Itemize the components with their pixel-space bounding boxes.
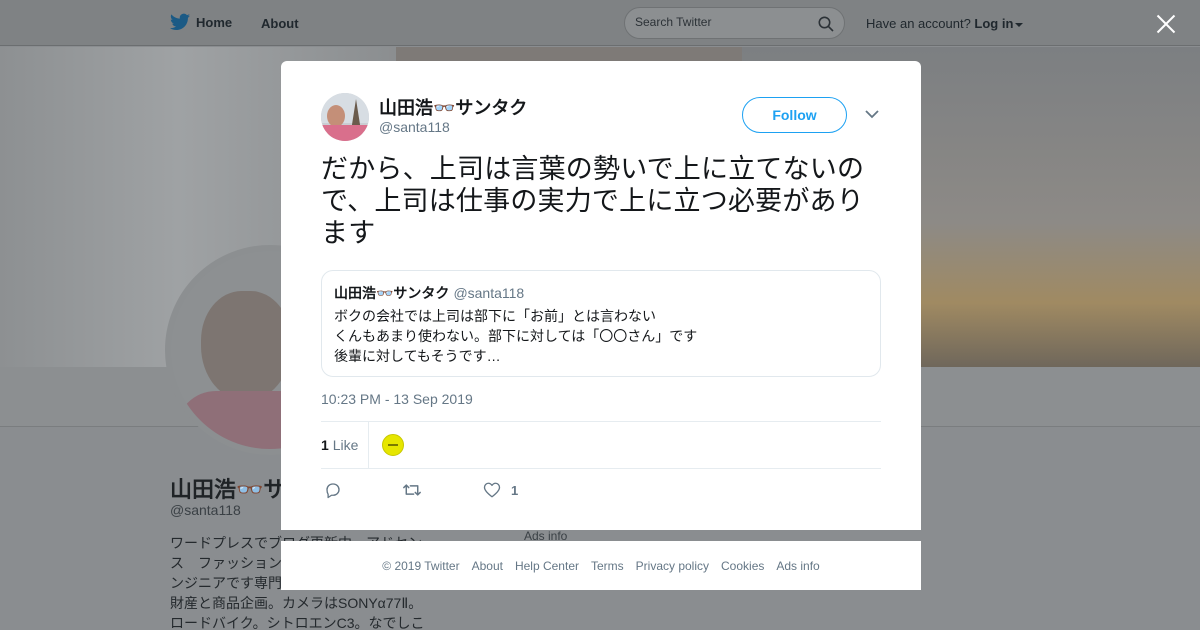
nav-about-link[interactable]: About <box>261 16 299 31</box>
tweet-modal: 山田浩👓サンタク @santa118 Follow だから、上司は言葉の勢いで上… <box>281 61 921 530</box>
tweet-timestamp[interactable]: 10:23 PM - 13 Sep 2019 <box>321 391 473 407</box>
likes-count: 1 <box>321 437 329 453</box>
footer-link-privacy-policy[interactable]: Privacy policy <box>636 559 709 573</box>
top-navigation: Home About Have an account? Log in <box>0 0 1200 46</box>
caret-down-icon[interactable] <box>1015 22 1024 27</box>
footer-link-help-center[interactable]: Help Center <box>515 559 579 573</box>
retweet-button[interactable] <box>402 481 422 499</box>
nav-home-link[interactable]: Home <box>170 13 232 31</box>
tweet-stats: 1 Like <box>321 421 881 469</box>
close-icon[interactable] <box>1155 13 1177 35</box>
footer-link-cookies[interactable]: Cookies <box>721 559 764 573</box>
like-button[interactable]: 1 <box>483 481 518 499</box>
likes-stat[interactable]: 1 Like <box>321 437 358 453</box>
likes-label: Like <box>332 437 359 453</box>
liker-avatar[interactable] <box>382 434 404 456</box>
heart-icon <box>483 482 501 498</box>
chevron-down-icon[interactable] <box>865 109 879 119</box>
avatar-face <box>201 291 291 401</box>
quoted-author-name: 山田浩👓サンタク <box>334 285 450 301</box>
quoted-author-handle: @santa118 <box>453 285 525 301</box>
quoted-text: ボクの会社では上司は部下に「お前」とは言わない くんもあまり使わない。部下に対し… <box>334 308 698 364</box>
author-name[interactable]: 山田浩👓サンタク <box>379 94 527 120</box>
tweet-actions: 1 <box>321 479 881 503</box>
bio-line: 財産と商品企画。カメラはSONYα77Ⅱ。 <box>170 595 423 611</box>
login-link[interactable]: Log in <box>974 16 1013 31</box>
footer-link-about[interactable]: About <box>472 559 503 573</box>
profile-handle: @santa118 <box>170 502 241 518</box>
bio-line: ロードバイク。シトロエンC3。なでしこ <box>170 615 425 630</box>
search-input[interactable] <box>635 15 805 29</box>
reply-button[interactable] <box>324 481 342 499</box>
retweet-icon <box>403 484 421 496</box>
nav-home-label: Home <box>196 14 233 30</box>
tweet-text: だから、上司は言葉の勢いで上に立てないので、上司は仕事の実力で上に立つ必要があり… <box>321 154 865 248</box>
modal-footer: © 2019 Twitter About Help Center Terms P… <box>281 541 921 590</box>
search-icon[interactable] <box>818 16 834 32</box>
footer-link-ads-info[interactable]: Ads info <box>776 559 819 573</box>
avatar-body <box>321 125 369 141</box>
login-area: Have an account? Log in <box>866 16 1024 31</box>
stats-divider <box>368 422 369 468</box>
author-handle[interactable]: @santa118 <box>379 119 450 135</box>
profile-name: 山田浩👓サ <box>170 477 286 502</box>
reply-icon <box>326 483 340 499</box>
quoted-author: 山田浩👓サンタク @santa118 <box>334 283 868 303</box>
footer-copyright: © 2019 Twitter <box>382 558 460 573</box>
account-prompt: Have an account? <box>866 16 971 31</box>
twitter-bird-icon <box>170 13 190 30</box>
author-avatar[interactable] <box>321 93 369 141</box>
like-count: 1 <box>511 482 519 498</box>
search-box[interactable] <box>624 7 845 39</box>
follow-button[interactable]: Follow <box>742 97 847 133</box>
quoted-tweet[interactable]: 山田浩👓サンタク @santa118 ボクの会社では上司は部下に「お前」とは言わな… <box>321 270 881 377</box>
footer-link-terms[interactable]: Terms <box>591 559 624 573</box>
avatar-face <box>327 105 345 127</box>
